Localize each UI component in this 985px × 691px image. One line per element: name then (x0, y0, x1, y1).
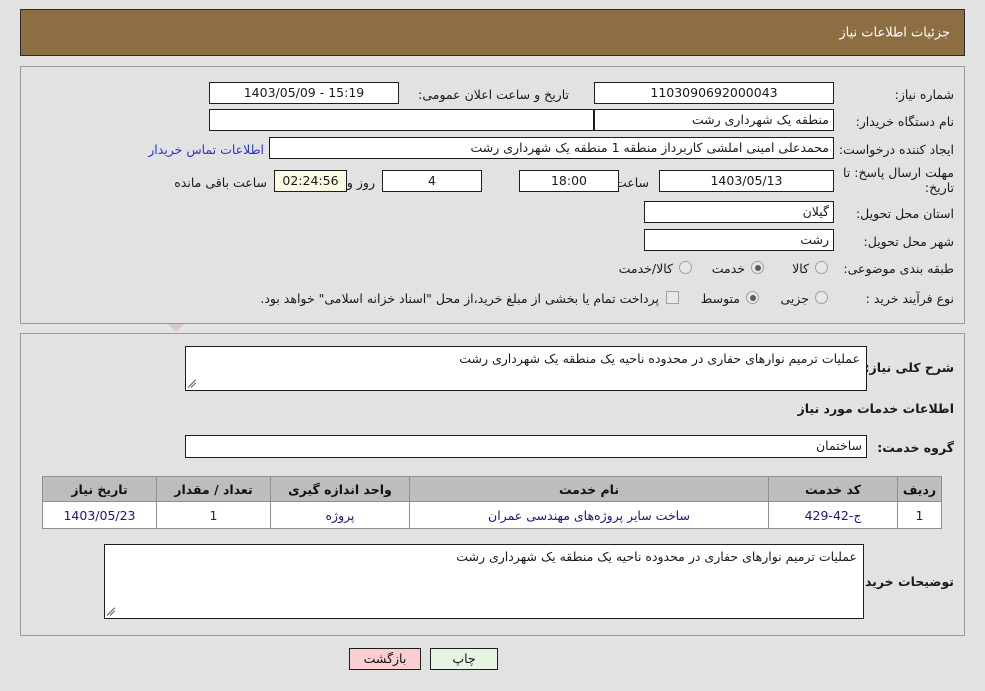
resize-grip-icon[interactable] (106, 605, 119, 617)
announce-datetime-label: تاریخ و ساعت اعلان عمومی: (418, 87, 569, 102)
page-title: جزئیات اطلاعات نیاز (839, 25, 950, 40)
process-label-minor: جزیی (780, 291, 809, 306)
category-radio-goods[interactable] (815, 261, 828, 274)
back-button[interactable]: بازگشت (349, 648, 421, 670)
announce-datetime-value: 15:19 - 1403/05/09 (209, 82, 399, 104)
deadline-date-value: 1403/05/13 (659, 170, 834, 192)
buyer-notes-value: عملیات ترمیم نوارهای حفاری در محدوده ناح… (456, 549, 857, 564)
remaining-days-value: 4 (382, 170, 482, 192)
remaining-days-label: روز و (346, 175, 375, 190)
general-description-label: شرح کلی نیاز: (864, 360, 954, 375)
buyer-notes-label: توضیحات خریدار: (848, 574, 954, 589)
creator-value: محمدعلی امینی املشی کاربرداز منطقه 1 منط… (269, 137, 834, 159)
need-number-label: شماره نیاز: (894, 87, 954, 102)
table-header-row: ردیف کد خدمت نام خدمت واحد اندازه گیری ت… (42, 476, 942, 502)
table-col-quantity: تعداد / مقدار (156, 476, 271, 502)
table-col-code: کد خدمت (768, 476, 898, 502)
services-section-title: اطلاعات خدمات مورد نیاز (797, 401, 955, 416)
service-group-label: گروه خدمت: (877, 440, 954, 455)
cell-name: ساخت سایر پروژه‌های مهندسی عمران (409, 501, 769, 529)
buyer-org-value: منطقه یک شهرداری رشت (594, 109, 834, 131)
cell-row: 1 (897, 501, 942, 529)
page-root: جزئیات اطلاعات نیاز ✓ AriaTender.net شما… (0, 0, 985, 691)
table-col-need-date: تاریخ نیاز (42, 476, 157, 502)
services-table: ردیف کد خدمت نام خدمت واحد اندازه گیری ت… (42, 476, 942, 529)
cell-quantity: 1 (156, 501, 271, 529)
buyer-notes-textarea[interactable]: عملیات ترمیم نوارهای حفاری در محدوده ناح… (104, 544, 864, 619)
cell-code: ج-42-429 (768, 501, 898, 529)
process-radio-medium[interactable] (746, 291, 759, 304)
general-description-textarea[interactable]: عملیات ترمیم نوارهای حفاری در محدوده ناح… (185, 346, 867, 391)
general-description-value: عملیات ترمیم نوارهای حفاری در محدوده ناح… (459, 351, 860, 366)
category-label-goods-service: کالا/خدمت (618, 261, 673, 276)
deadline-label: مهلت ارسال پاسخ: تا تاریخ: (843, 165, 954, 195)
creator-label: ایجاد کننده درخواست: (838, 142, 954, 157)
category-label-service: خدمت (711, 261, 745, 276)
cell-need-date: 1403/05/23 (42, 501, 157, 529)
process-label-medium: متوسط (700, 291, 740, 306)
city-label: شهر محل تحویل: (863, 234, 954, 249)
need-details-panel: شرح کلی نیاز: عملیات ترمیم نوارهای حفاری… (20, 333, 965, 636)
treasury-docs-checkbox[interactable] (666, 291, 679, 304)
table-row: 1 ج-42-429 ساخت سایر پروژه‌های مهندسی عم… (42, 501, 942, 529)
service-group-value: ساختمان (185, 435, 867, 458)
buyer-contact-link[interactable]: اطلاعات تماس خریدار (148, 143, 264, 157)
countdown-timer-label: ساعت باقی مانده (174, 175, 267, 190)
buyer-org-extra-value (209, 109, 594, 131)
table-col-row: ردیف (897, 476, 942, 502)
province-label: استان محل تحویل: (855, 206, 954, 221)
buyer-org-label: نام دستگاه خریدار: (855, 114, 954, 129)
cell-unit: پروژه (270, 501, 410, 529)
treasury-docs-label: پرداخت تمام یا بخشی از مبلغ خرید،از محل … (260, 291, 659, 306)
resize-grip-icon[interactable] (187, 377, 200, 389)
countdown-timer-value: 02:24:56 (274, 170, 347, 192)
page-header: جزئیات اطلاعات نیاز (20, 9, 965, 56)
process-label: نوع فرآیند خرید : (865, 291, 954, 306)
deadline-hour-value: 18:00 (519, 170, 619, 192)
deadline-hour-label: ساعت (614, 175, 649, 190)
need-number-value: 1103090692000043 (594, 82, 834, 104)
need-summary-panel: شماره نیاز: 1103090692000043 تاریخ و ساع… (20, 66, 965, 324)
process-radio-minor[interactable] (815, 291, 828, 304)
province-value: گیلان (644, 201, 834, 223)
city-value: رشت (644, 229, 834, 251)
category-label-goods: کالا (792, 261, 809, 276)
category-radio-service[interactable] (751, 261, 764, 274)
table-col-unit: واحد اندازه گیری (270, 476, 410, 502)
print-button[interactable]: چاپ (430, 648, 498, 670)
table-col-name: نام خدمت (409, 476, 769, 502)
category-label: طبقه بندی موضوعی: (843, 261, 954, 276)
category-radio-goods-service[interactable] (679, 261, 692, 274)
